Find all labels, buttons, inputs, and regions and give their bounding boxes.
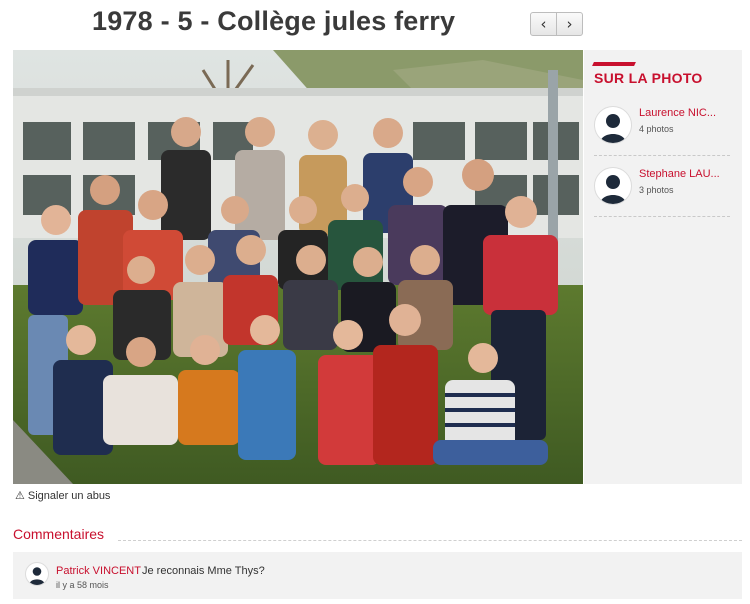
comment-item: Patrick VINCENT Je reconnais Mme Thys? i… — [13, 552, 742, 599]
person-name[interactable]: Stephane LAU... — [639, 168, 720, 180]
divider — [594, 216, 730, 217]
comments-heading: Commentaires — [13, 526, 105, 542]
next-photo-button[interactable]: › — [556, 13, 582, 35]
user-silhouette-icon — [594, 106, 632, 144]
comment-time: il y a 58 mois — [56, 580, 109, 590]
person-item[interactable]: Laurence NIC... 4 photos — [594, 100, 730, 156]
report-abuse-label: Signaler un abus — [27, 489, 111, 502]
page-title: 1978 - 5 - Collège jules ferry — [92, 6, 456, 36]
chevron-right-icon: › — [566, 15, 573, 33]
class-photo[interactable] — [13, 50, 583, 484]
person-item[interactable]: Stephane LAU... 3 photos — [594, 161, 730, 217]
user-silhouette-icon — [25, 562, 49, 586]
previous-photo-button[interactable]: ‹ — [531, 13, 556, 35]
chevron-left-icon: ‹ — [540, 15, 547, 33]
comment-author[interactable]: Patrick VINCENT — [56, 565, 141, 577]
divider — [594, 155, 730, 156]
user-silhouette-icon — [594, 167, 632, 205]
report-abuse-link[interactable]: ⚠ Signaler un abus — [15, 489, 110, 502]
photo-navigation: ‹ › — [530, 12, 583, 36]
person-photo-count: 4 photos — [639, 124, 674, 134]
comment-text: Je reconnais Mme Thys? — [142, 565, 265, 577]
sidebar-accent — [592, 62, 636, 66]
people-sidebar: SUR LA PHOTO Laurence NIC... 4 photos St… — [584, 50, 742, 484]
person-photo-count: 3 photos — [639, 185, 674, 195]
class-photo-image — [13, 50, 583, 484]
comments-divider — [118, 540, 742, 541]
person-name[interactable]: Laurence NIC... — [639, 107, 716, 119]
warning-icon: ⚠ — [15, 489, 25, 502]
sidebar-title: SUR LA PHOTO — [594, 70, 703, 86]
